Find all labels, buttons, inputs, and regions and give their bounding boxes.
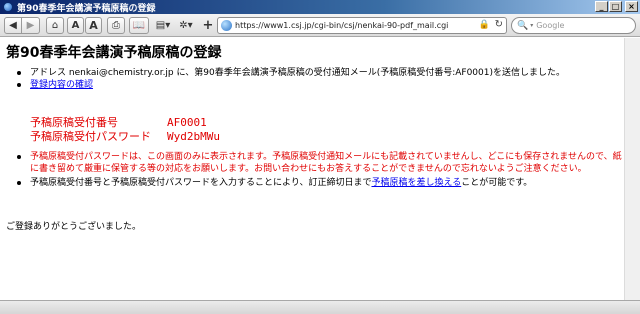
add-bookmark-button[interactable]: + [201,17,215,34]
increase-font-button[interactable]: A [85,17,102,34]
back-arrow-icon[interactable]: ◀ [4,17,22,34]
search-icon[interactable]: 🔍 [517,21,528,31]
window-controls: _ □ × [595,1,638,12]
window-title-bar: 第90春季年会講演予稿原稿の登録 _ □ × [0,0,640,14]
home-icon[interactable]: ⌂ [46,17,64,34]
receipt-password-row: 予稿原稿受付パスワード Wyd2bMWu [30,128,220,143]
site-globe-icon [221,20,232,31]
mail-info-list: アドレス nenkai@chemistry.or.jp に、第90春季年会講演予… [16,67,616,91]
receipt-password-value: Wyd2bMWu [167,130,220,143]
window-title: 第90春季年会講演予稿原稿の登録 [17,3,156,14]
lock-icon: 🔒 [478,20,490,30]
book-icon[interactable]: 📖 [129,17,149,34]
replace-notice: 予稿原稿受付番号と予稿原稿受付パスワードを入力することにより、訂正締切日まで予稿… [16,177,622,189]
vertical-scrollbar[interactable] [624,38,640,300]
mail-notice-prefix: アドレス [30,68,67,78]
receipt-number-value: AF0001 [167,116,207,129]
search-placeholder: Google [536,21,565,30]
thanks-message: ご登録ありがとうございました。 [6,222,142,232]
printer-icon[interactable]: ⎙ [107,17,125,34]
replace-manuscript-link[interactable]: 予稿原稿を差し換える [371,178,461,188]
page-content: 第90春季年会講演予稿原稿の登録 アドレス nenkai@chemistry.o… [0,38,624,300]
address-bar[interactable]: https://www1.csj.jp/cgi-bin/csj/nenkai-9… [217,17,507,34]
globe-icon [3,2,13,12]
decrease-font-button[interactable]: A [67,17,84,34]
confirm-item: 登録内容の確認 [16,79,616,91]
chevron-down-icon[interactable]: ▾ [530,22,533,29]
maximize-button[interactable]: □ [609,1,622,12]
confirm-registration-link[interactable]: 登録内容の確認 [30,80,93,90]
minimize-button[interactable]: _ [595,1,608,12]
mail-notice-suffix: に、第90春季年会講演予稿原稿の受付通知メール(予稿原稿受付番号:AF0001)… [176,68,565,78]
status-bar [0,300,640,314]
email-address: nenkai@chemistry.or.jp [68,68,174,78]
receipt-info: 予稿原稿受付番号 AF0001 予稿原稿受付パスワード Wyd2bMWu [30,114,220,143]
receipt-number-row: 予稿原稿受付番号 AF0001 [30,114,220,129]
notes-list: 予稿原稿受付パスワードは、この画面のみに表示されます。予稿原稿受付通知メールにも… [16,151,622,189]
browser-toolbar: ◀ ▶ ⌂ A A ⎙ 📖 ▤▾ ✲▾ + https://www1.csj.j… [0,14,640,37]
mail-notice: アドレス nenkai@chemistry.or.jp に、第90春季年会講演予… [16,67,616,79]
password-warning: 予稿原稿受付パスワードは、この画面のみに表示されます。予稿原稿受付通知メールにも… [16,151,622,175]
search-input[interactable]: 🔍 ▾ Google [511,17,636,34]
close-button[interactable]: × [625,1,638,12]
forward-arrow-icon[interactable]: ▶ [22,17,40,34]
receipt-password-label: 予稿原稿受付パスワード [30,130,151,143]
reload-icon[interactable]: ↻ [495,19,503,30]
page-title: 第90春季年会講演予稿原稿の登録 [6,45,222,61]
page-icon[interactable]: ▤▾ [153,17,173,34]
address-url[interactable]: https://www1.csj.jp/cgi-bin/csj/nenkai-9… [235,21,448,30]
replace-notice-suffix: ことが可能です。 [461,178,533,188]
gear-icon[interactable]: ✲▾ [176,17,196,34]
replace-notice-prefix: 予稿原稿受付番号と予稿原稿受付パスワードを入力することにより、訂正締切日まで [30,178,372,188]
